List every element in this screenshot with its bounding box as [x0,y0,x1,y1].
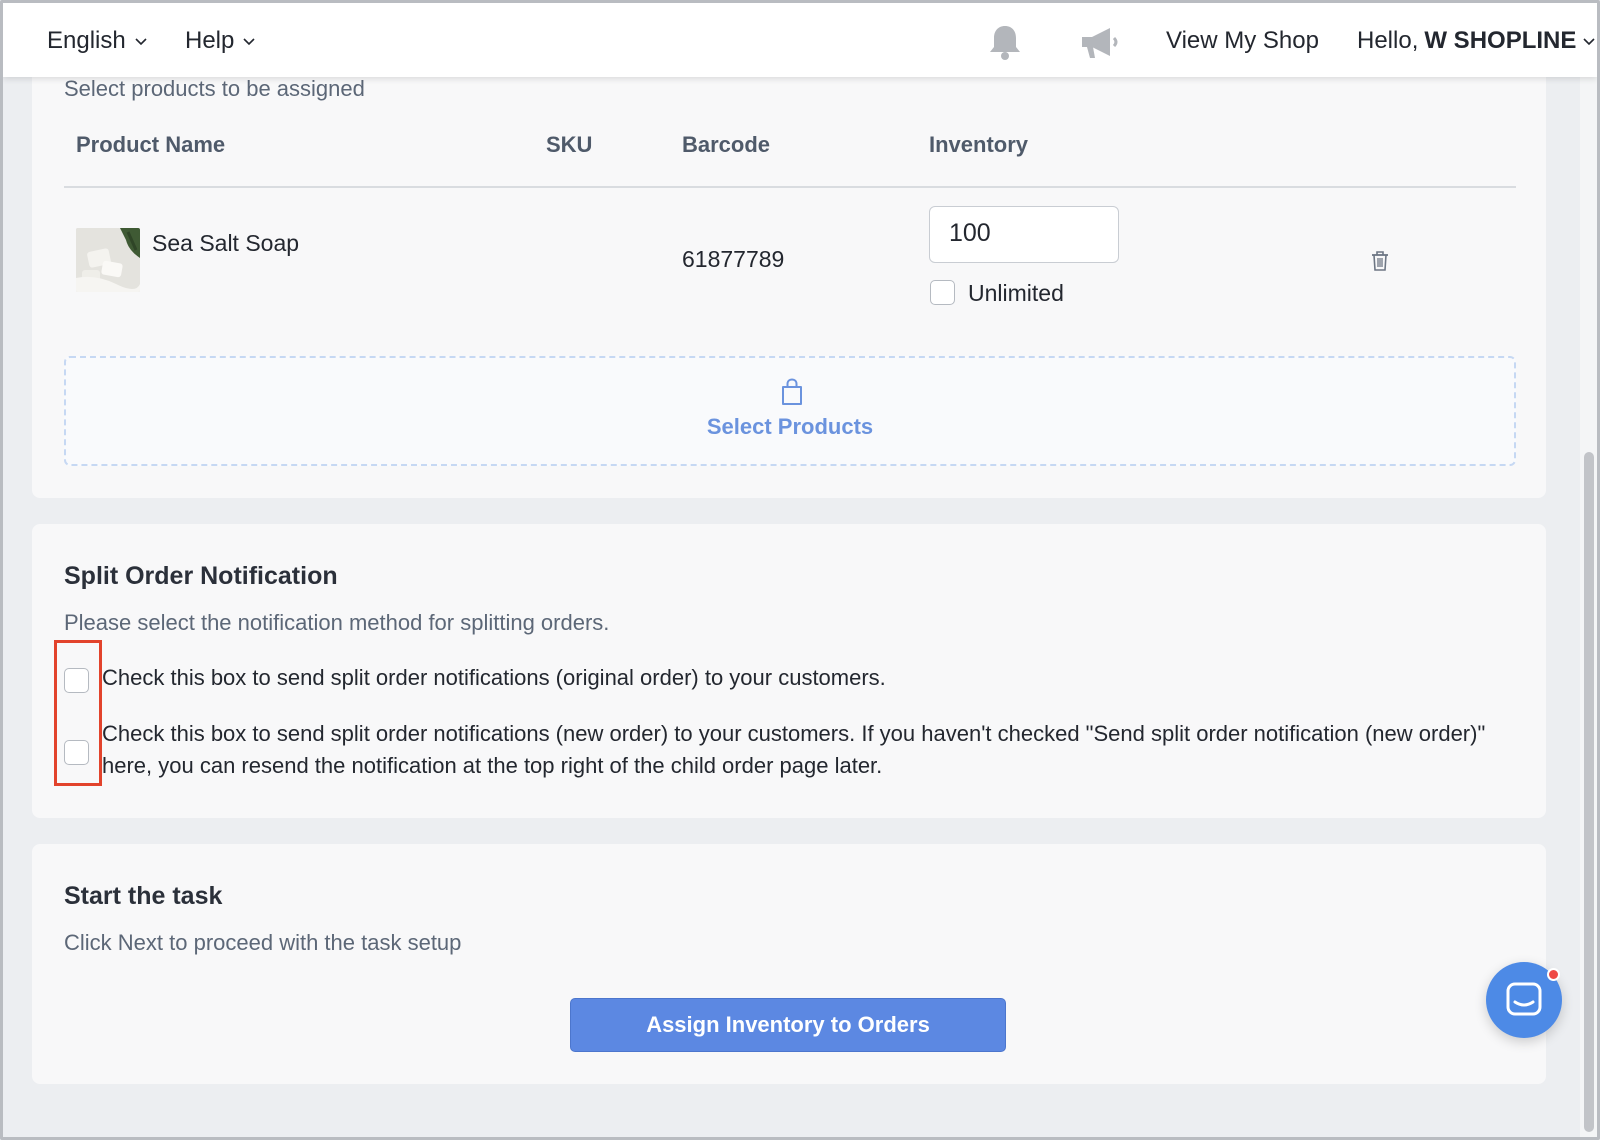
megaphone-icon[interactable] [1078,25,1122,61]
language-label: English [47,27,126,54]
product-name: Sea Salt Soap [152,230,300,256]
start-task-subtitle: Click Next to proceed with the task setu… [64,930,462,955]
column-header-inventory: Inventory [929,132,1029,157]
new-order-notification-label: Check this box to send split order notif… [102,721,1486,778]
product-thumbnail [76,228,140,292]
product-barcode: 61877789 [682,246,785,272]
start-task-title: Start the task [64,882,223,910]
select-products-button[interactable]: Select Products [64,356,1516,466]
table-divider [64,186,1516,188]
account-menu[interactable]: Hello, W SHOPLINE [1357,27,1596,55]
greeting-text: Hello, [1357,27,1419,54]
shopping-bag-icon [782,378,802,405]
trash-icon[interactable] [1370,250,1390,272]
unlimited-checkbox[interactable] [930,280,955,305]
bell-icon[interactable] [987,23,1023,61]
split-order-title: Split Order Notification [64,562,338,590]
chevron-down-icon [243,38,255,46]
view-my-shop-link[interactable]: View My Shop [1166,27,1319,55]
split-order-subtitle: Please select the notification method fo… [64,610,610,635]
chevron-down-icon [135,38,147,46]
products-subtitle: Select products to be assigned [64,76,365,101]
products-card: Select products to be assigned Product N… [32,40,1546,498]
chevron-down-icon [1583,38,1595,46]
inventory-input[interactable]: 100 [929,206,1119,263]
scrollbar-thumb[interactable] [1584,452,1594,1132]
top-navigation-bar: English Help View My Shop Hello, W SHOPL… [3,3,1597,77]
help-label: Help [185,27,235,54]
split-order-notification-card: Split Order Notification Please select t… [32,524,1546,818]
unlimited-label: Unlimited [968,280,1064,306]
shop-name: W SHOPLINE [1424,27,1577,54]
column-header-sku: SKU [546,132,593,157]
original-order-notification-label: Check this box to send split order notif… [102,665,886,690]
language-menu[interactable]: English [47,27,148,55]
highlight-box [54,640,102,786]
column-header-product-name: Product Name [76,132,226,157]
select-products-label: Select Products [706,414,874,439]
chat-notification-dot [1547,968,1560,981]
assign-inventory-button[interactable]: Assign Inventory to Orders [570,998,1006,1052]
column-header-barcode: Barcode [682,132,771,157]
start-task-card: Start the task Click Next to proceed wit… [32,844,1546,1084]
help-menu[interactable]: Help [185,27,256,55]
